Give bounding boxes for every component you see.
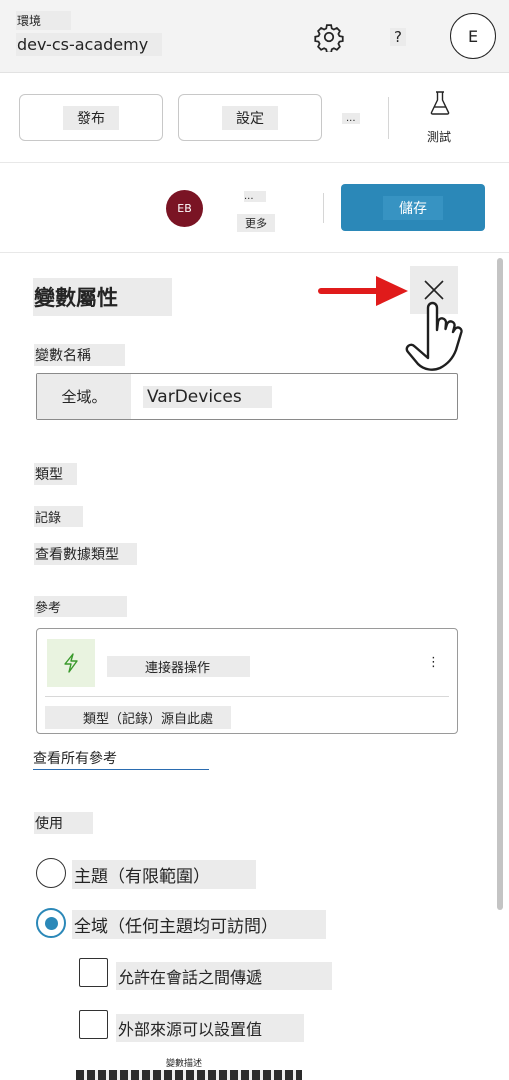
more-ellipsis[interactable]: ...: [244, 191, 266, 202]
view-schema-link[interactable]: 查看數據類型: [34, 543, 137, 565]
variable-name-field[interactable]: 全域。 VarDevices: [36, 373, 458, 420]
reference-more-icon[interactable]: ⋮: [427, 655, 440, 670]
help-button[interactable]: ?: [390, 28, 406, 46]
connector-icon-box: [47, 639, 95, 687]
gear-icon[interactable]: [314, 22, 344, 52]
test-label[interactable]: 測試: [427, 128, 451, 145]
option-topic-label[interactable]: 主題（有限範圍）: [72, 860, 256, 889]
variable-properties-panel: 變數屬性 變數名稱 全域。 VarDevices 類型 記錄 查看數據類型 參考…: [0, 254, 509, 1080]
type-label: 類型: [34, 463, 77, 485]
publish-button[interactable]: 發布: [19, 94, 163, 141]
variable-name-label: 變數名稱: [34, 344, 125, 366]
user-avatar[interactable]: E: [450, 13, 496, 59]
option-global-label[interactable]: 全域（任何主題均可訪問）: [72, 910, 326, 939]
save-divider: [323, 193, 324, 223]
settings-button[interactable]: 設定: [178, 94, 322, 141]
command-bar: 發布 設定 ... 測試: [0, 73, 509, 163]
radio-topic[interactable]: [36, 858, 66, 888]
environment-bar: 環境 dev-cs-academy ? E: [0, 0, 509, 73]
usage-label: 使用: [34, 812, 93, 834]
command-divider: [388, 97, 389, 139]
publish-label: 發布: [63, 105, 119, 130]
save-button[interactable]: 儲存: [341, 184, 485, 231]
save-label: 儲存: [383, 195, 443, 220]
references-label: 參考: [34, 596, 128, 617]
reference-title: 連接器操作: [107, 656, 251, 677]
scope-tag: 全域。: [37, 374, 131, 419]
lightning-icon: [64, 653, 78, 673]
reference-card[interactable]: 連接器操作 ⋮ 類型（記錄）源自此處: [36, 628, 458, 734]
carry-over-label[interactable]: 允許在會話之間傳遞: [116, 962, 333, 990]
type-value: 記錄: [34, 506, 84, 527]
checkbox-external-source[interactable]: [79, 1010, 108, 1039]
flask-icon[interactable]: [428, 90, 452, 116]
radio-global[interactable]: [36, 908, 66, 938]
description-label: 變數描述: [166, 1059, 203, 1069]
hand-cursor-icon: [405, 301, 463, 371]
reference-subtitle: 類型（記錄）源自此處: [45, 706, 232, 729]
view-all-references-link[interactable]: 查看所有參考: [33, 747, 209, 770]
save-bar: EB ... 更多 儲存: [0, 163, 509, 253]
checkbox-carry-over[interactable]: [79, 958, 108, 987]
description-field-edge: [76, 1070, 302, 1080]
settings-label: 設定: [222, 105, 278, 130]
pointer-arrow-icon: [318, 276, 408, 306]
variable-name-value[interactable]: VarDevices: [143, 386, 272, 408]
environment-label: 環境: [16, 11, 72, 30]
reference-divider: [45, 696, 449, 697]
panel-scrollbar[interactable]: [497, 258, 503, 910]
environment-name[interactable]: dev-cs-academy: [16, 33, 163, 56]
collaborator-avatar[interactable]: EB: [166, 190, 203, 227]
more-commands-button[interactable]: ...: [342, 113, 360, 124]
external-source-label[interactable]: 外部來源可以設置值: [116, 1014, 305, 1042]
panel-title: 變數屬性: [33, 278, 172, 316]
more-label[interactable]: 更多: [237, 214, 275, 232]
